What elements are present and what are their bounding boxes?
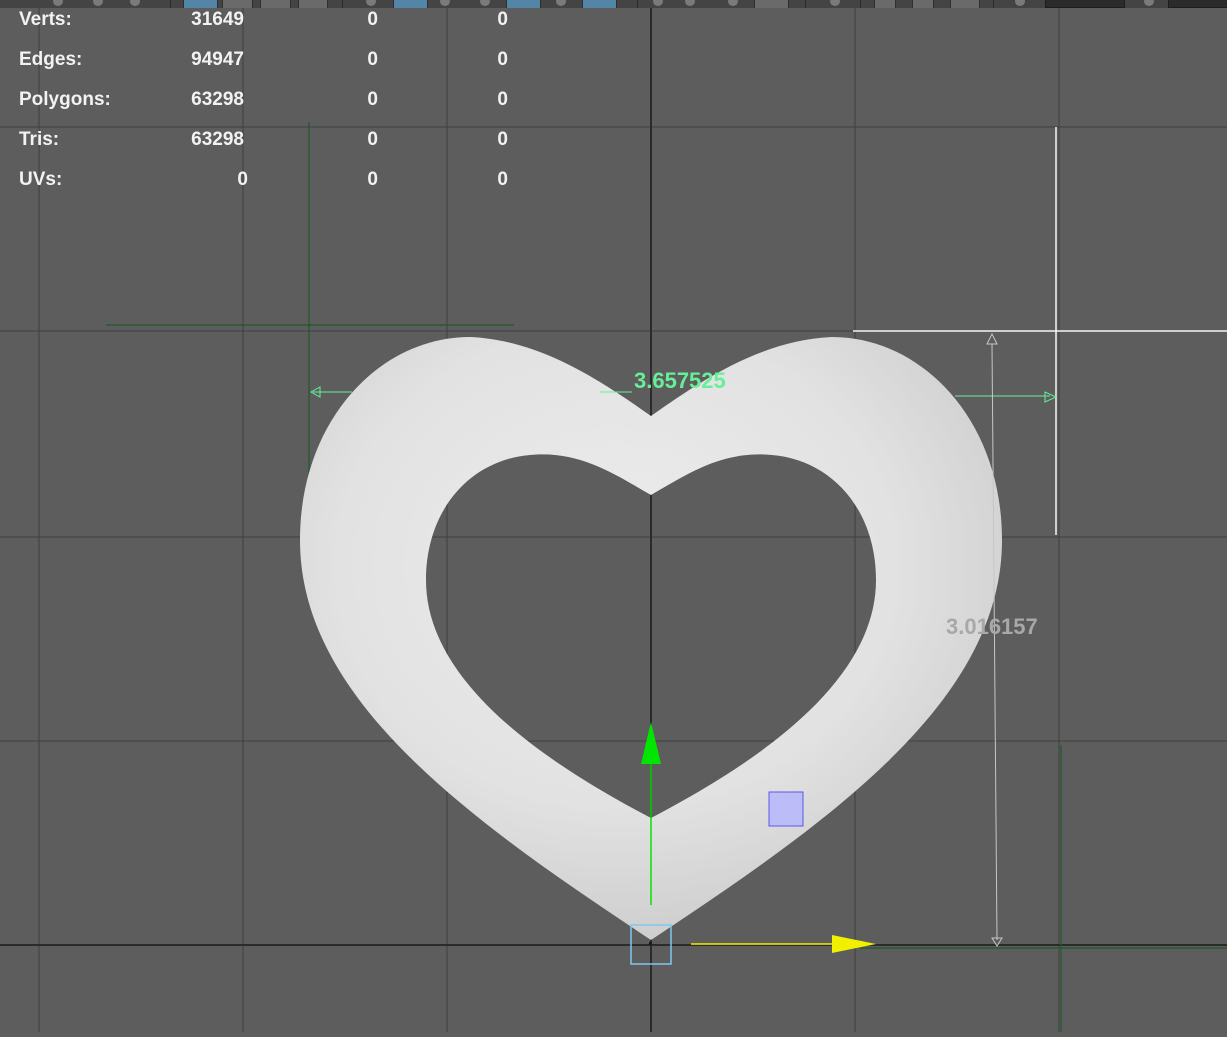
hud-value: 94947 xyxy=(191,49,244,70)
manip-y-axis-arrow xyxy=(641,722,661,764)
toolbar-divider xyxy=(637,0,638,8)
hud-value: 0 xyxy=(367,169,378,190)
manip-x-axis-arrow xyxy=(832,935,876,953)
toolbar-button[interactable] xyxy=(874,0,896,8)
hud-label: UVs: xyxy=(19,169,63,190)
toolbar-button[interactable] xyxy=(222,0,253,8)
tool-icon[interactable] xyxy=(685,0,695,6)
hud-value: 0 xyxy=(367,89,378,110)
toolbar-divider xyxy=(805,0,806,8)
hud-label: Tris: xyxy=(19,129,60,150)
toolbar-button[interactable] xyxy=(298,0,328,8)
toolbar-button[interactable] xyxy=(506,0,541,8)
toolbar-button[interactable] xyxy=(183,0,218,8)
manip-plane-handle xyxy=(768,791,804,827)
tool-icon[interactable] xyxy=(130,0,140,6)
toolbar-divider xyxy=(993,0,994,8)
tool-icon[interactable] xyxy=(830,0,840,6)
tool-icon[interactable] xyxy=(366,0,376,6)
hud-value: 63298 xyxy=(191,89,244,110)
tool-icon[interactable] xyxy=(556,0,566,6)
hud-value: 0 xyxy=(497,9,508,30)
tool-icon[interactable] xyxy=(93,0,103,6)
tool-icon[interactable] xyxy=(653,0,663,6)
scene-canvas[interactable] xyxy=(0,0,1227,1032)
hud-label: Verts: xyxy=(19,9,72,30)
height-measurement-label: 3.016157 xyxy=(946,614,1038,639)
tool-icon[interactable] xyxy=(480,0,490,6)
toolbar-field[interactable] xyxy=(1168,0,1227,8)
tool-icon[interactable] xyxy=(1015,0,1025,6)
hud-value: 31649 xyxy=(191,9,244,30)
toolbar-button[interactable] xyxy=(754,0,789,8)
height-dimension xyxy=(986,332,1003,947)
toolbar-divider xyxy=(860,0,861,8)
hud-value: 0 xyxy=(237,169,248,190)
hud-value: 0 xyxy=(367,49,378,70)
manip-center-dot xyxy=(649,942,652,945)
hud-value: 0 xyxy=(367,9,378,30)
tool-icon[interactable] xyxy=(1144,0,1154,6)
toolbar-button[interactable] xyxy=(260,0,291,8)
hud-label: Polygons: xyxy=(19,89,111,110)
toolbar-divider xyxy=(170,0,171,8)
tool-icon[interactable] xyxy=(440,0,450,6)
toolbar-button[interactable] xyxy=(950,0,980,8)
hud-value: 0 xyxy=(497,89,508,110)
width-measurement-label: 3.657525 xyxy=(634,368,726,393)
toolbar-button[interactable] xyxy=(393,0,428,8)
toolbar-divider xyxy=(342,0,343,8)
toolbar-strip xyxy=(0,0,1227,8)
hud-label: Edges: xyxy=(19,49,83,70)
tool-icon[interactable] xyxy=(53,0,63,6)
hud-value: 0 xyxy=(367,129,378,150)
hud-value: 0 xyxy=(497,129,508,150)
toolbar-button[interactable] xyxy=(912,0,934,8)
viewport-3d[interactable]: 3.657525 3.016157 Verts: 31649 0 0 Edges… xyxy=(0,0,1227,1032)
toolbar-button[interactable] xyxy=(582,0,617,8)
hud-value: 0 xyxy=(497,49,508,70)
hud-value: 0 xyxy=(497,169,508,190)
hud-value: 63298 xyxy=(191,129,244,150)
toolbar-field[interactable] xyxy=(1045,0,1125,8)
tool-icon[interactable] xyxy=(728,0,738,6)
